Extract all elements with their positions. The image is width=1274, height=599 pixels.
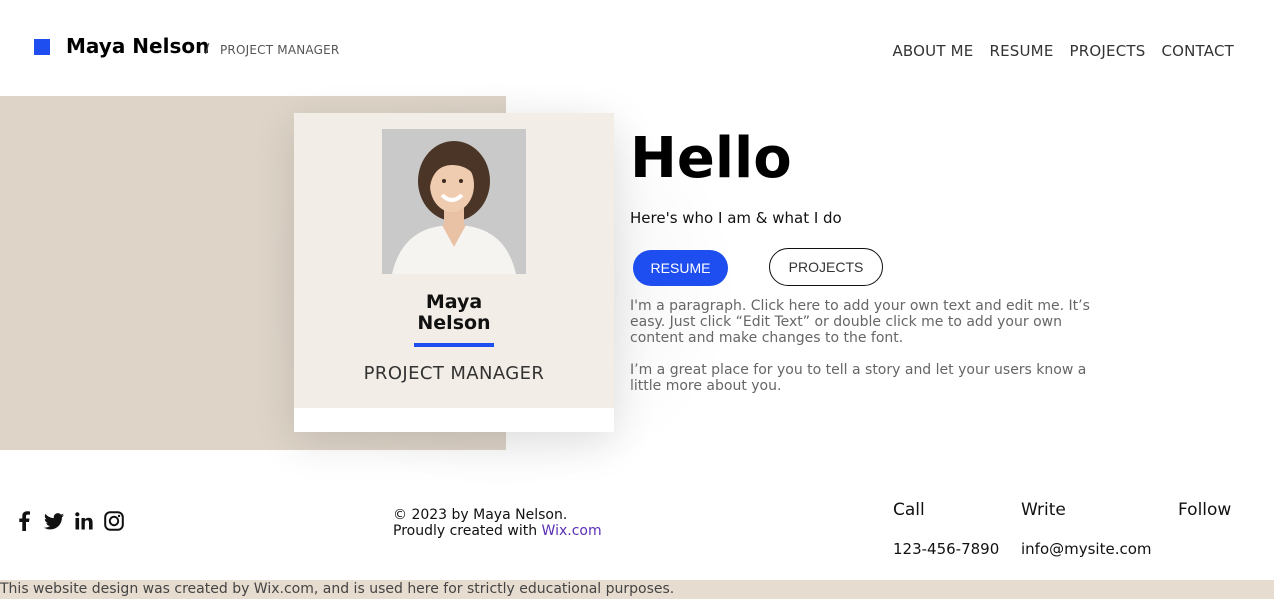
main-nav: ABOUT ME RESUME PROJECTS CONTACT: [892, 42, 1234, 60]
profile-photo: [382, 129, 526, 274]
hero-subtitle: Here's who I am & what I do: [630, 209, 842, 227]
card-role: PROJECT MANAGER: [363, 363, 545, 384]
created-prefix: Proudly created with: [393, 523, 542, 539]
nav-resume[interactable]: RESUME: [989, 42, 1053, 60]
nav-about-me[interactable]: ABOUT ME: [892, 42, 973, 60]
social-bar: [14, 511, 124, 531]
profile-photo-illustration: [382, 129, 526, 274]
card-first-name: Maya: [425, 291, 483, 313]
write-label: Write: [1021, 500, 1066, 520]
site-separator: /: [205, 42, 210, 57]
linkedin-icon[interactable]: [74, 511, 94, 531]
created-with-line: Proudly created with Wix.com: [393, 523, 602, 539]
site-name[interactable]: Maya Nelson: [66, 34, 209, 58]
nav-contact[interactable]: CONTACT: [1161, 42, 1234, 60]
card-last-name: Nelson: [417, 312, 491, 334]
wix-link[interactable]: Wix.com: [542, 523, 602, 539]
hero-title: Hello: [630, 126, 792, 191]
call-label: Call: [893, 500, 925, 520]
email-address[interactable]: info@mysite.com: [1021, 540, 1152, 558]
site-role: PROJECT MANAGER: [220, 43, 340, 57]
resume-button[interactable]: RESUME: [633, 250, 728, 286]
card-name-underline: [414, 343, 494, 347]
disclaimer-text: This website design was created by Wix.c…: [0, 581, 675, 597]
twitter-icon[interactable]: [44, 511, 64, 531]
projects-button[interactable]: PROJECTS: [769, 248, 883, 286]
instagram-icon[interactable]: [104, 511, 124, 531]
phone-number[interactable]: 123-456-7890: [893, 540, 999, 558]
nav-projects[interactable]: PROJECTS: [1070, 42, 1146, 60]
intro-paragraph-2: I’m a great place for you to tell a stor…: [630, 362, 1087, 394]
copyright: © 2023 by Maya Nelson. Proudly created w…: [393, 507, 602, 539]
facebook-icon[interactable]: [14, 511, 34, 531]
intro-paragraph-1: I'm a paragraph. Click here to add your …: [630, 298, 1090, 346]
copyright-line: © 2023 by Maya Nelson.: [393, 507, 568, 523]
logo-square: [34, 39, 50, 55]
follow-label: Follow: [1178, 500, 1232, 520]
card-name: Maya Nelson: [294, 292, 614, 334]
